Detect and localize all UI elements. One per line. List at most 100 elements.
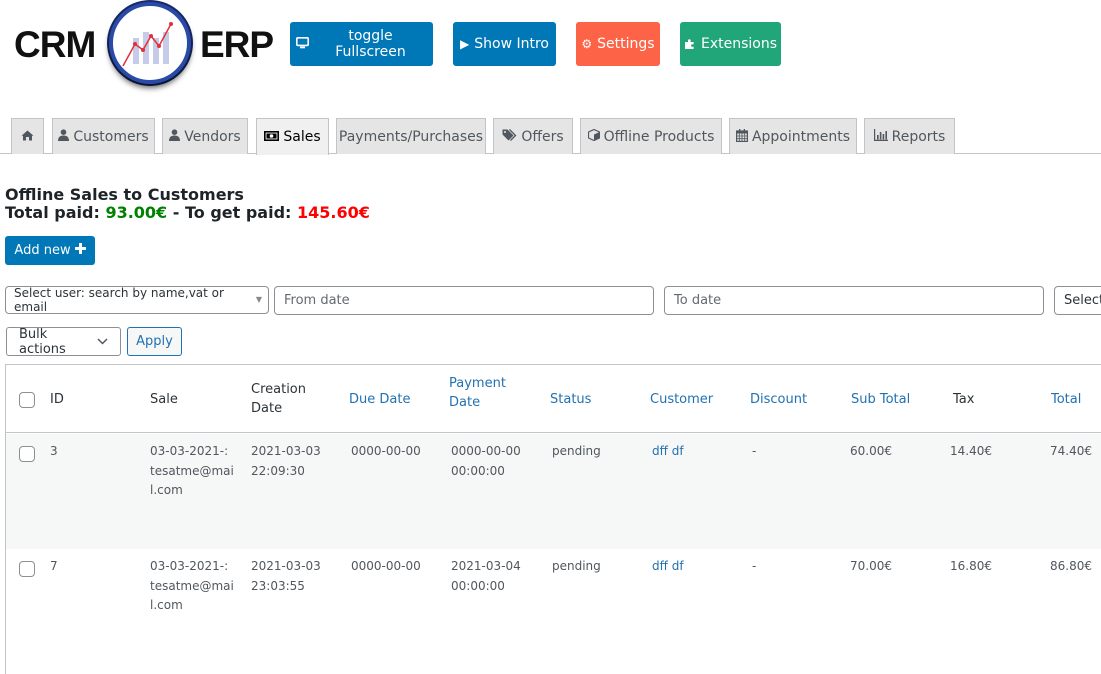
cell-due-date: 0000-00-00: [351, 444, 421, 458]
cell-payment-date-line: 00:00:00: [451, 578, 505, 593]
status-select[interactable]: Select: [1054, 286, 1101, 315]
to-date-input[interactable]: [664, 286, 1044, 315]
cell-sale: 03-03-2021-: tesatme@mai l.com: [150, 557, 234, 616]
main-tabs: Customers Vendors Sales Payments/Purchas…: [0, 118, 1101, 155]
tab-sales[interactable]: Sales: [256, 118, 329, 155]
bulk-actions-select[interactable]: Bulk actions: [6, 326, 121, 357]
column-customer[interactable]: Customer: [650, 390, 713, 409]
cell-sub-total: 70.00€: [850, 559, 892, 573]
cell-id: 3: [50, 444, 58, 458]
chevron-down-icon: [97, 335, 108, 348]
cube-icon: [587, 128, 600, 144]
cell-creation-date-line: 23:03:55: [251, 578, 305, 593]
column-tax: Tax: [953, 392, 975, 407]
app-logo: CRM ERP: [12, 0, 274, 92]
column-total[interactable]: Total: [1051, 390, 1081, 409]
logo-text-erp: ERP: [200, 24, 274, 65]
user-icon: [58, 129, 70, 144]
cell-discount: -: [752, 444, 757, 458]
tags-icon: [502, 129, 517, 144]
cell-customer-link[interactable]: dff df: [652, 442, 684, 462]
bulk-actions-value: Bulk actions: [19, 326, 66, 357]
tab-offline-products-label: Offline Products: [603, 128, 715, 145]
cell-sale-line: tesatme@mai: [150, 578, 234, 593]
monitor-icon: [296, 36, 309, 52]
settings-label: Settings: [597, 36, 655, 52]
table-row: 7 03-03-2021-: tesatme@mai l.com 2021-03…: [6, 549, 1101, 664]
show-intro-button[interactable]: ▶ Show Intro: [453, 22, 556, 66]
cell-creation-date: 2021-03-03 22:09:30: [251, 442, 321, 481]
tab-offline-products[interactable]: Offline Products: [580, 118, 722, 154]
tab-sales-label: Sales: [283, 129, 321, 145]
cell-payment-date-line: 0000-00-00: [451, 444, 521, 458]
tab-home[interactable]: [11, 118, 44, 154]
totals-summary: Total paid: 93.00€ - To get paid: 145.60…: [5, 203, 370, 222]
from-date-input[interactable]: [274, 286, 654, 315]
row-checkbox[interactable]: [19, 561, 35, 577]
select-all-checkbox[interactable]: [19, 392, 35, 408]
add-new-label: Add new: [14, 243, 71, 258]
tab-customers[interactable]: Customers: [52, 118, 155, 154]
tab-appointments-label: Appointments: [751, 128, 851, 145]
cell-discount: -: [752, 559, 757, 573]
cell-status: pending: [552, 559, 601, 573]
total-paid-label: Total paid:: [5, 203, 106, 222]
plus-icon: [74, 243, 86, 258]
cell-sale-line: tesatme@mai: [150, 463, 234, 478]
puzzle-icon: [684, 37, 696, 52]
home-icon: [21, 130, 34, 144]
money-icon: [264, 130, 280, 144]
tab-payments-purchases[interactable]: Payments/Purchases: [336, 118, 486, 154]
toggle-fullscreen-button[interactable]: toggle Fullscreen: [290, 22, 433, 66]
tab-reports-label: Reports: [891, 128, 946, 145]
user-select[interactable]: Select user: search by name,vat or email…: [5, 286, 269, 314]
caret-down-icon: ▼: [255, 295, 262, 304]
user-select-value: Select user: search by name,vat or email: [14, 286, 224, 314]
cell-creation-date-line: 2021-03-03: [251, 559, 321, 573]
tab-offers-label: Offers: [521, 128, 564, 145]
cell-status: pending: [552, 444, 601, 458]
cell-sale: 03-03-2021-: tesatme@mai l.com: [150, 442, 234, 501]
cell-sale-line: l.com: [150, 483, 183, 497]
tab-vendors[interactable]: Vendors: [162, 118, 248, 154]
cell-payment-date-line: 2021-03-04: [451, 559, 521, 573]
table-header: ID Sale Creation Date Due Date Payment D…: [6, 365, 1101, 433]
column-payment-date[interactable]: Payment Date: [449, 374, 506, 412]
column-due-date[interactable]: Due Date: [349, 390, 410, 409]
tab-customers-label: Customers: [73, 128, 149, 145]
cell-sale-line: 03-03-2021-:: [150, 559, 229, 573]
cell-tax: 14.40€: [950, 444, 992, 458]
column-creation-date: Creation Date: [251, 380, 306, 418]
cell-total: 74.40€: [1050, 444, 1092, 458]
cell-creation-date-line: 22:09:30: [251, 463, 305, 478]
total-paid-value: 93.00€: [105, 203, 168, 222]
calendar-icon: [735, 128, 748, 145]
status-select-value: Select: [1064, 293, 1101, 308]
column-id: ID: [50, 392, 64, 407]
add-new-button[interactable]: Add new: [5, 236, 95, 265]
cell-payment-date: 2021-03-04 00:00:00: [451, 557, 521, 596]
column-status[interactable]: Status: [550, 390, 591, 409]
apply-button[interactable]: Apply: [127, 327, 182, 356]
logo-text-crm: CRM: [14, 24, 96, 65]
column-creation-date-line2: Date: [251, 401, 283, 416]
show-intro-label: Show Intro: [474, 36, 549, 52]
extensions-button[interactable]: Extensions: [680, 22, 781, 66]
settings-button[interactable]: ⚙ Settings: [576, 22, 660, 66]
to-get-paid-label: - To get paid:: [167, 203, 297, 222]
extensions-label: Extensions: [700, 36, 778, 52]
column-discount[interactable]: Discount: [750, 390, 807, 409]
to-get-paid-value: 145.60€: [297, 203, 370, 222]
cell-customer-link[interactable]: dff df: [652, 557, 684, 577]
user-icon: [169, 129, 181, 144]
tab-appointments[interactable]: Appointments: [729, 118, 857, 154]
column-sale: Sale: [150, 392, 178, 407]
chart-logo-icon: [109, 2, 191, 84]
cell-sub-total: 60.00€: [850, 444, 892, 458]
tab-offers[interactable]: Offers: [493, 118, 573, 154]
cell-total: 86.80€: [1050, 559, 1092, 573]
tab-reports[interactable]: Reports: [864, 118, 955, 154]
gear-icon: ⚙: [581, 37, 593, 51]
row-checkbox[interactable]: [19, 446, 35, 462]
column-sub-total[interactable]: Sub Total: [851, 390, 910, 409]
